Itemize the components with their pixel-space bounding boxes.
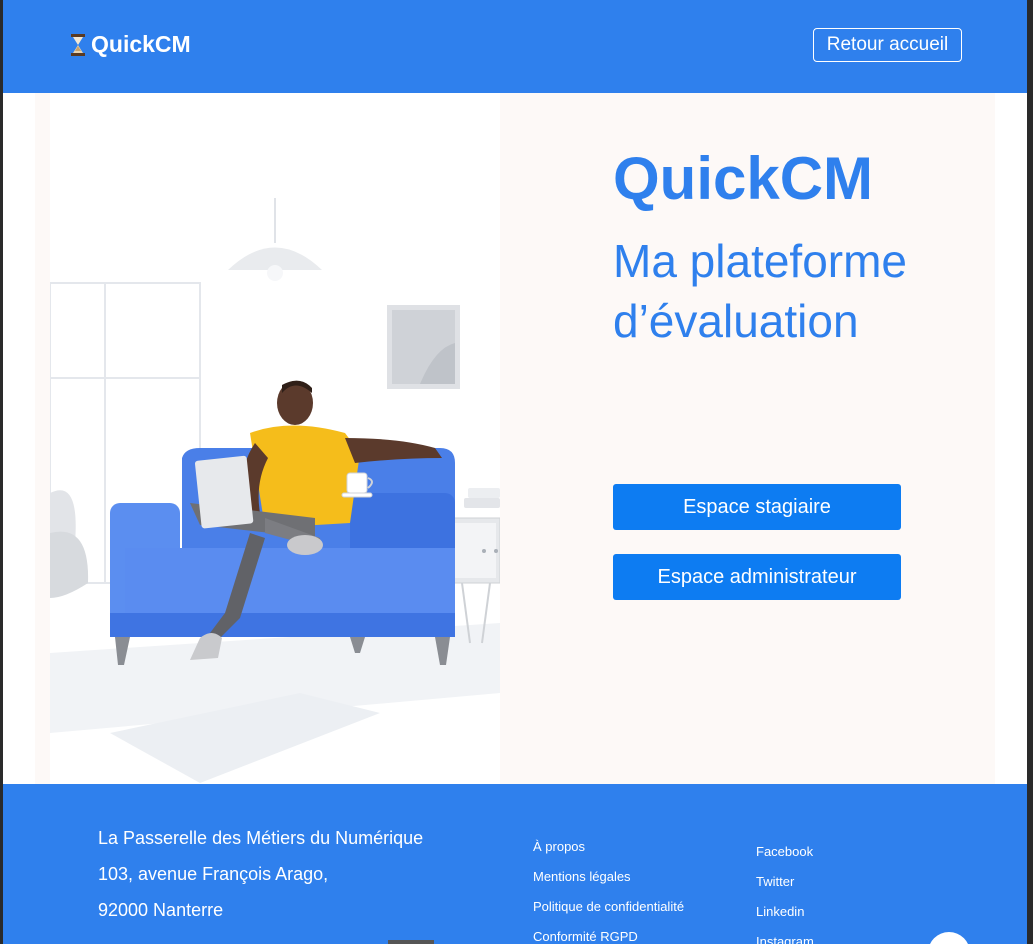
footer-address-line: 103, avenue François Arago, bbox=[98, 864, 329, 884]
hero-section: QuickCM Ma plateforme d’évaluation Espac… bbox=[35, 93, 995, 784]
hero-title: QuickCM bbox=[613, 145, 874, 212]
hero-text: QuickCM Ma plateforme d’évaluation bbox=[613, 143, 983, 351]
top-navbar: QuickCM Retour accueil bbox=[3, 0, 1027, 93]
man-on-sofa-illustration bbox=[49, 198, 501, 783]
trainee-space-button[interactable]: Espace stagiaire bbox=[613, 484, 901, 530]
brand-logo[interactable]: QuickCM bbox=[69, 31, 191, 58]
hourglass-icon bbox=[71, 33, 85, 56]
footer-link-gdpr[interactable]: Conformité RGPD bbox=[533, 929, 638, 944]
admin-space-button[interactable]: Espace administrateur bbox=[613, 554, 901, 600]
page: QuickCM Retour accueil QuickCM Ma platef… bbox=[3, 0, 1027, 944]
brand-name: QuickCM bbox=[91, 31, 191, 57]
footer-address-line: La Passerelle des Métiers du Numérique bbox=[98, 828, 424, 848]
footer-link-twitter[interactable]: Twitter bbox=[756, 874, 794, 889]
footer-link-privacy[interactable]: Politique de confidentialité bbox=[533, 899, 684, 914]
footer: La Passerelle des Métiers du Numérique 1… bbox=[3, 784, 1027, 944]
horizontal-scrollbar[interactable] bbox=[388, 940, 434, 944]
footer-link-about[interactable]: À propos bbox=[533, 839, 585, 854]
back-home-button[interactable]: Retour accueil bbox=[813, 28, 962, 62]
hero-subtitle: Ma plateforme d’évaluation bbox=[613, 235, 908, 347]
footer-link-instagram[interactable]: Instagram bbox=[756, 934, 814, 944]
footer-address-line: 92000 Nanterre bbox=[98, 900, 224, 920]
footer-link-legal[interactable]: Mentions légales bbox=[533, 869, 631, 884]
footer-link-facebook[interactable]: Facebook bbox=[756, 844, 813, 859]
illustration-panel bbox=[49, 93, 501, 784]
footer-link-linkedin[interactable]: Linkedin bbox=[756, 904, 804, 919]
